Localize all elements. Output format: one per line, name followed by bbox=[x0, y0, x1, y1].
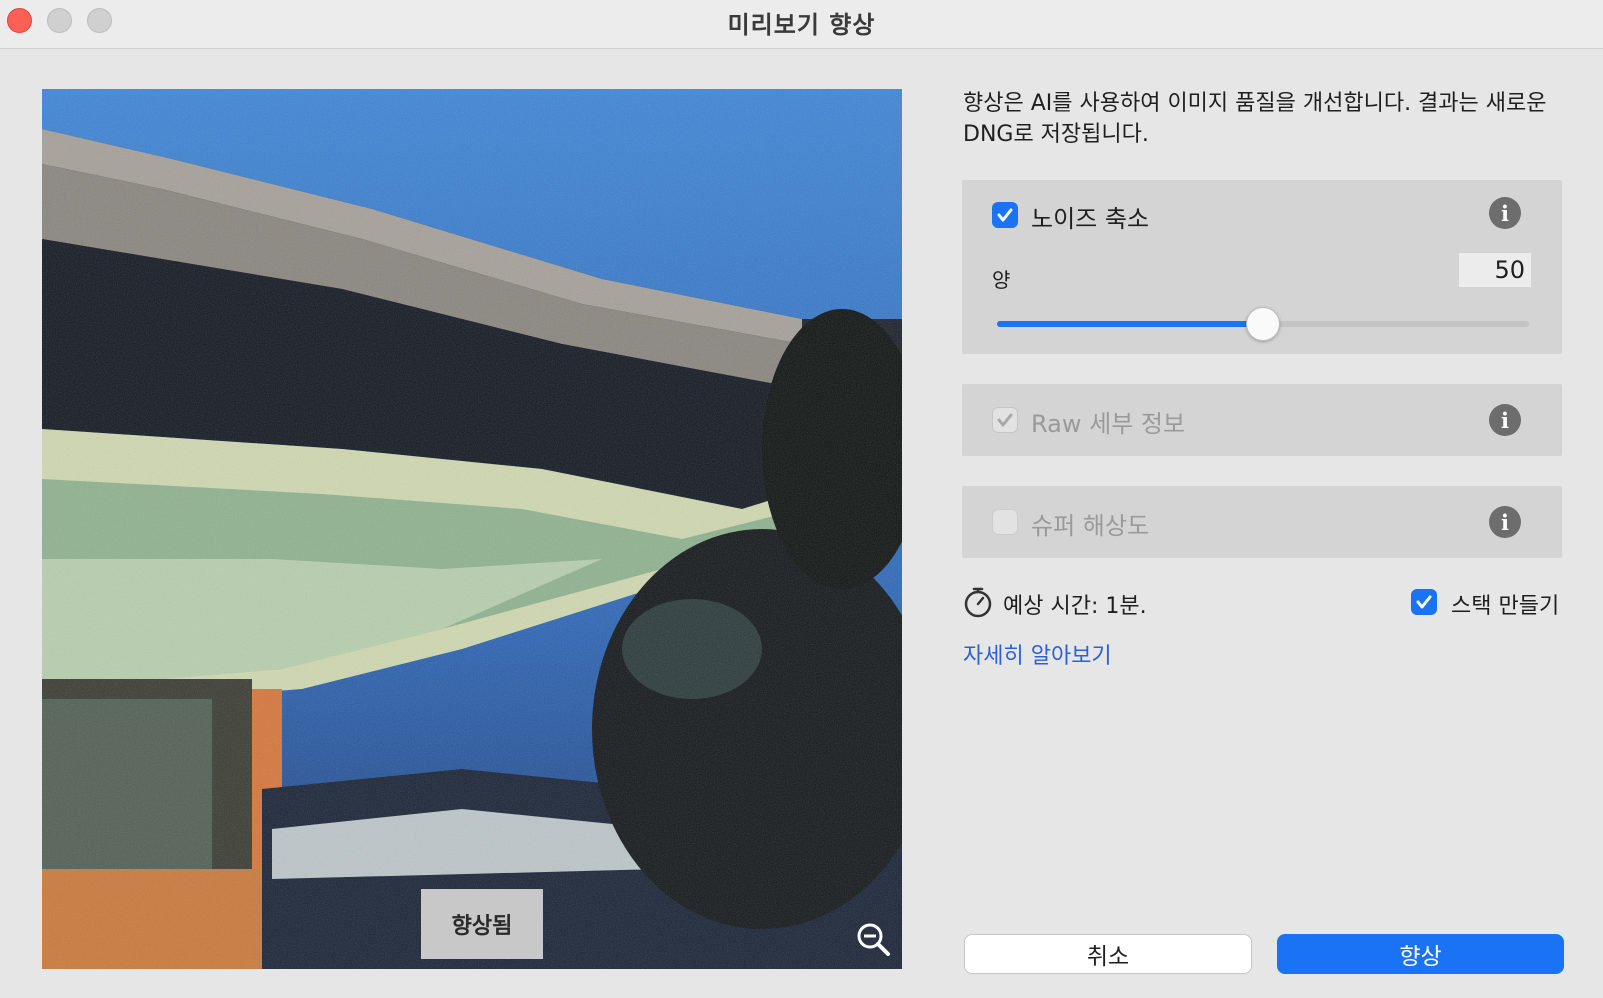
title-bar: 미리보기 향상 bbox=[0, 0, 1603, 49]
raw-details-checkbox[interactable] bbox=[992, 407, 1018, 433]
amount-slider[interactable] bbox=[997, 307, 1529, 341]
cancel-button[interactable]: 취소 bbox=[964, 934, 1252, 974]
image-preview[interactable]: 향상됨 bbox=[42, 89, 902, 969]
description-text: 향상은 AI를 사용하여 이미지 품질을 개선합니다. 결과는 새로운 DNG로… bbox=[963, 91, 1547, 147]
create-stack-label: 스택 만들기 bbox=[1451, 594, 1560, 619]
estimated-time-text: 예상 시간: 1분. bbox=[1003, 594, 1147, 619]
super-resolution-panel: 슈퍼 해상도 i bbox=[962, 486, 1562, 558]
super-info-icon[interactable]: i bbox=[1489, 506, 1521, 538]
noise-reduction-label: 노이즈 축소 bbox=[1031, 205, 1150, 233]
zoom-out-icon[interactable] bbox=[855, 921, 891, 957]
raw-details-label: Raw 세부 정보 bbox=[1031, 410, 1186, 438]
enhanced-badge: 향상됨 bbox=[421, 889, 543, 959]
amount-value-field[interactable]: 50 bbox=[1459, 253, 1531, 287]
learn-more-link[interactable]: 자세히 알아보기 bbox=[963, 638, 1112, 670]
create-stack-option[interactable]: 스택 만들기 bbox=[1411, 588, 1561, 620]
slider-fill bbox=[997, 321, 1263, 327]
create-stack-checkbox[interactable] bbox=[1411, 589, 1437, 615]
noise-reduction-checkbox[interactable] bbox=[992, 202, 1018, 228]
stopwatch-icon bbox=[964, 587, 992, 618]
raw-details-panel: Raw 세부 정보 i bbox=[962, 384, 1562, 456]
noise-reduction-panel: 노이즈 축소 i 양 50 bbox=[962, 180, 1562, 354]
super-resolution-checkbox[interactable] bbox=[992, 509, 1018, 535]
amount-label: 양 bbox=[992, 268, 1011, 292]
window-title: 미리보기 향상 bbox=[727, 11, 876, 39]
slider-thumb[interactable] bbox=[1246, 307, 1280, 341]
preview-photo bbox=[42, 89, 902, 969]
super-resolution-label: 슈퍼 해상도 bbox=[1031, 512, 1150, 540]
noise-info-icon[interactable]: i bbox=[1489, 197, 1521, 229]
enhance-button[interactable]: 향상 bbox=[1277, 934, 1564, 974]
raw-info-icon[interactable]: i bbox=[1489, 404, 1521, 436]
